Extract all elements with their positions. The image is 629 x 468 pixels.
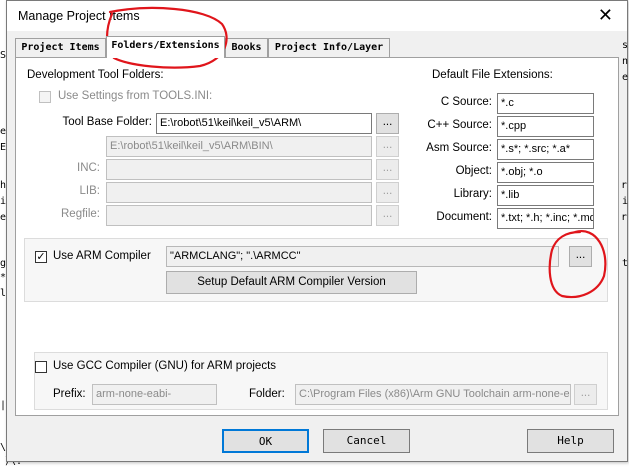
ext-document-field[interactable]: *.txt; *.h; *.inc; *.md [497,208,594,229]
ext-library-label: Library: [453,188,492,200]
ext-document-label: Document: [436,211,492,223]
help-button[interactable]: Help [527,429,614,453]
bg-char: i [622,196,629,207]
ext-cpp-label: C++ Source: [427,119,492,131]
use-settings-checkbox[interactable] [39,91,51,103]
bg-char: n [622,56,629,67]
bg-char: r [621,212,628,223]
use-arm-compiler-checkbox[interactable]: ✓ [35,251,47,263]
inc-field[interactable] [106,159,372,180]
gcc-folder-label: Folder: [249,388,285,400]
ext-library-field[interactable]: *.lib [497,185,594,206]
gcc-folder-browse-button[interactable]: ... [574,384,597,405]
title-bar: Manage Project Items ✕ [7,1,627,31]
arm-compiler-browse-button[interactable]: ... [569,246,592,267]
tab-books[interactable]: Books [225,38,268,57]
regfile-label: Regfile: [61,208,100,220]
ext-c-label: C Source: [440,96,492,108]
use-gcc-checkbox[interactable] [35,361,47,373]
extensions-heading: Default File Extensions: [432,69,553,81]
manage-project-items-dialog: Manage Project Items ✕ Project Items Fol… [6,0,628,462]
ext-asm-field[interactable]: *.s*; *.src; *.a* [497,139,594,160]
tab-folders-extensions[interactable]: Folders/Extensions [106,36,225,58]
bg-char: s [622,40,629,51]
ok-button[interactable]: OK [222,429,309,453]
gcc-folder-field[interactable]: C:\Program Files (x86)\Arm GNU Toolchain… [295,384,571,405]
tool-base-field[interactable]: E:\robot\51\keil\keil_v5\ARM\ [156,113,372,134]
bg-char: e [622,72,629,83]
close-icon[interactable]: ✕ [598,5,613,26]
use-gcc-label: Use GCC Compiler (GNU) for ARM projects [53,360,277,372]
tab-project-info-layer[interactable]: Project Info/Layer [268,38,390,57]
tool-folders-heading: Development Tool Folders: [27,69,164,81]
setup-arm-compiler-button[interactable]: Setup Default ARM Compiler Version [166,271,417,294]
lib-label: LIB: [79,185,100,197]
ext-asm-label: Asm Source: [426,142,492,154]
dialog-title: Manage Project Items [18,9,140,23]
bg-char: r [621,180,628,191]
tool-base-label: Tool Base Folder: [62,116,153,128]
gcc-prefix-field[interactable]: arm-none-eabi- [92,384,217,405]
use-arm-compiler-label: Use ARM Compiler [53,250,151,262]
cancel-button[interactable]: Cancel [323,429,410,453]
tab-panel: Development Tool Folders: Use Settings f… [15,57,619,416]
inc-label: INC: [77,162,100,174]
tab-project-items[interactable]: Project Items [15,38,106,57]
lib-field[interactable] [106,182,372,203]
ext-c-field[interactable]: *.c [497,93,594,114]
arm-compiler-field[interactable]: "ARMCLANG"; ".\ARMCC" [166,246,559,267]
regfile-field[interactable] [106,205,372,226]
use-settings-label: Use Settings from TOOLS.INI: [58,90,213,102]
ext-cpp-field[interactable]: *.cpp [497,116,594,137]
ext-object-field[interactable]: *.obj; *.o [497,162,594,183]
bin-field[interactable]: E:\robot\51\keil\keil_v5\ARM\BIN\ [106,136,372,157]
ext-object-label: Object: [455,165,492,177]
gcc-prefix-label: Prefix: [53,388,86,400]
bg-char: t [622,258,629,269]
